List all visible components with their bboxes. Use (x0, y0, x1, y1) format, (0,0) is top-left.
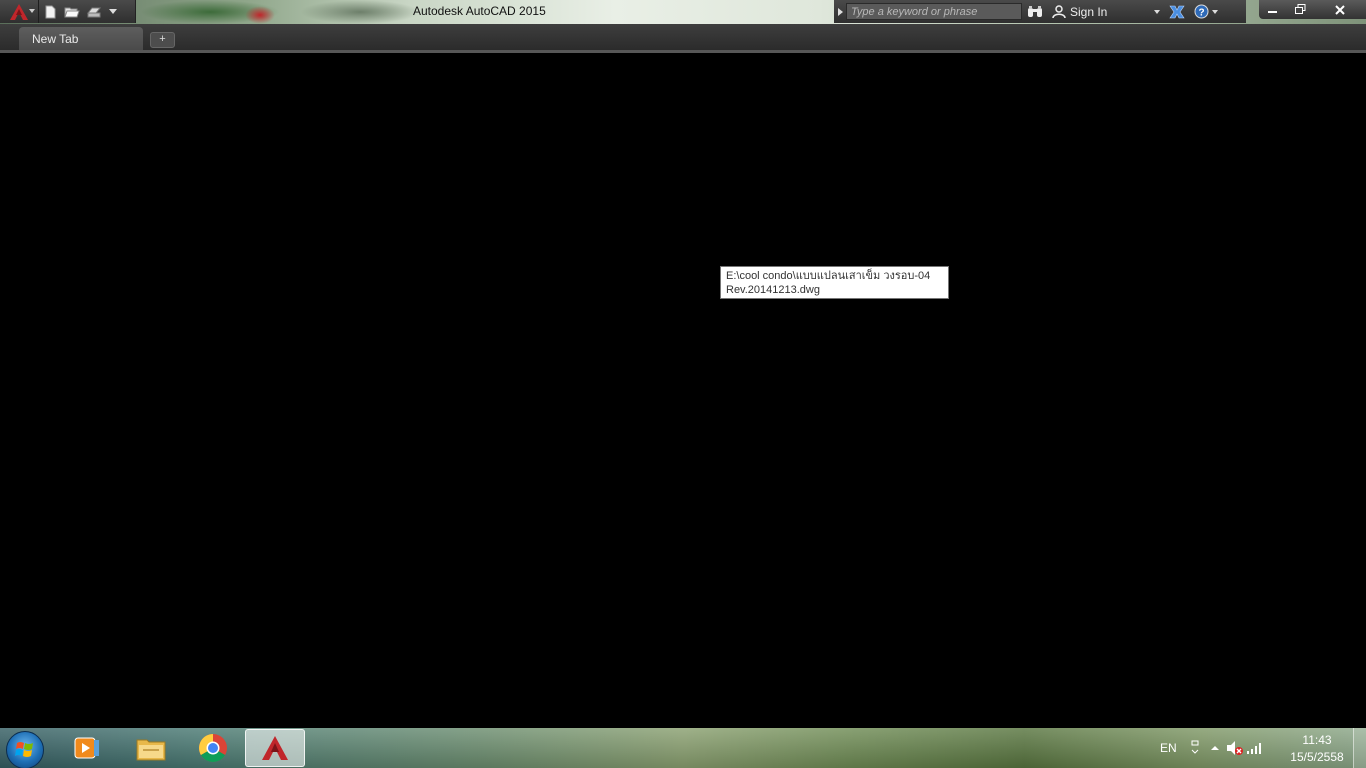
tooltip-line: E:\cool condo\แบบแปลนเสาเข็ม วงรอบ-04 (726, 270, 931, 282)
customize-toolbar-button[interactable] (105, 0, 121, 23)
minimize-button[interactable] (1259, 0, 1287, 19)
clock-time: 11:43 (1302, 733, 1332, 747)
chevron-up-icon (1210, 746, 1219, 750)
quick-access-toolbar (0, 0, 136, 23)
title-bar: Autodesk AutoCAD 2015 Sign In (0, 0, 1366, 24)
collapse-search-button[interactable] (834, 0, 846, 23)
taskbar-clock[interactable]: 11:43 15/5/2558 (1286, 732, 1348, 766)
speaker-muted-icon (1226, 741, 1243, 755)
folder-open-icon (64, 7, 80, 17)
chevron-right-icon (837, 7, 843, 16)
language-indicator[interactable]: EN (1160, 741, 1177, 755)
binoculars-icon (1028, 5, 1042, 17)
close-button[interactable] (1313, 0, 1366, 19)
help-icon: ? (1194, 4, 1209, 19)
chevron-down-icon (29, 9, 35, 13)
sign-in-label: Sign In (1070, 4, 1108, 19)
autocad-logo-icon (10, 3, 28, 20)
svg-text:?: ? (1198, 8, 1204, 19)
clock-date: 15/5/2558 (1290, 750, 1344, 764)
new-button[interactable] (39, 0, 61, 23)
drawing-area[interactable]: E:\cool condo\แบบแปลนเสาเข็ม วงรอบ-04 Re… (0, 53, 1366, 728)
window-controls (1259, 0, 1366, 19)
chevron-down-icon (1212, 9, 1218, 14)
chevron-down-icon (109, 9, 117, 14)
application-menu-button[interactable] (0, 0, 39, 23)
new-file-icon (45, 5, 56, 18)
restore-icon (1294, 4, 1305, 14)
user-icon (1052, 4, 1066, 18)
taskbar-autocad[interactable] (245, 729, 305, 767)
taskbar-chrome[interactable] (183, 729, 243, 767)
tab-new-tab[interactable]: New Tab (19, 27, 143, 50)
restore-button[interactable] (1287, 0, 1313, 19)
tooltip-line: Rev.20141213.dwg (726, 284, 820, 296)
show-desktop-button[interactable] (1353, 728, 1366, 768)
exchange-apps-button[interactable] (1164, 0, 1190, 23)
minimize-icon (1268, 10, 1277, 13)
sign-in-button[interactable]: Sign In (1048, 0, 1164, 23)
add-tab-button[interactable]: + (150, 32, 175, 48)
volume-button[interactable] (1225, 738, 1245, 758)
system-tray: EN (1160, 728, 1265, 768)
taskbar-windows-explorer[interactable] (121, 729, 181, 767)
plot-button[interactable] (83, 0, 105, 23)
start-button[interactable] (6, 731, 44, 768)
folder-icon (136, 739, 166, 761)
open-button[interactable] (61, 0, 83, 23)
wallpaper-blur (300, 0, 420, 24)
help-button[interactable]: ? (1190, 0, 1222, 23)
windows-logo-icon (15, 742, 33, 757)
file-tab-bar: New Tab + (0, 24, 1366, 53)
chrome-icon (199, 734, 227, 762)
network-signal-icon (1246, 743, 1261, 754)
autodesk-exchange-icon (1169, 5, 1185, 18)
file-path-tooltip: E:\cool condo\แบบแปลนเสาเข็ม วงรอบ-04 Re… (720, 266, 949, 299)
taskbar-media-player[interactable] (57, 729, 117, 767)
network-button[interactable] (1245, 738, 1265, 758)
wallpaper-blur (245, 6, 275, 24)
media-player-icon (74, 737, 99, 759)
taskbar: EN 11:43 15/5/2558 (0, 728, 1366, 768)
input-options-icon (1191, 740, 1199, 754)
plot-icon (86, 7, 102, 17)
autocad-logo-icon (262, 736, 288, 760)
show-hidden-icons-button[interactable] (1205, 738, 1225, 758)
chevron-down-icon (1154, 9, 1160, 14)
search-input[interactable] (846, 3, 1022, 20)
close-icon (1334, 4, 1345, 15)
window-title: Autodesk AutoCAD 2015 (413, 4, 546, 18)
search-button[interactable] (1022, 0, 1048, 23)
pen-input-button[interactable] (1185, 738, 1205, 758)
infocenter-toolbar: Sign In ? (834, 0, 1246, 23)
